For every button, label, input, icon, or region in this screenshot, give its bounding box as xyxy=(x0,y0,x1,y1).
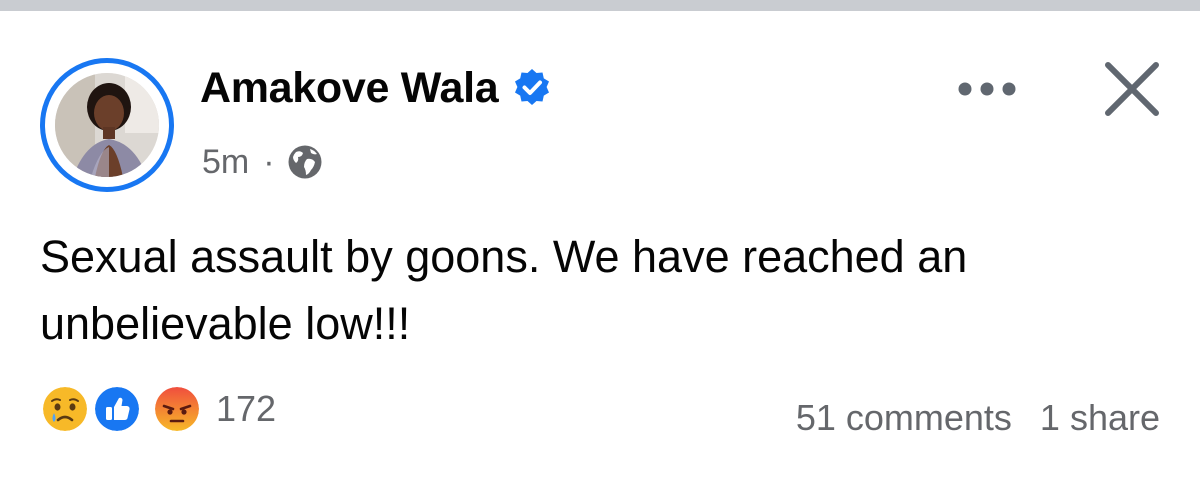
author-avatar[interactable] xyxy=(40,58,174,192)
meta-separator: · xyxy=(263,142,275,181)
post-card: Amakove Wala 5m · Sexual assault by goon… xyxy=(0,11,1200,497)
comments-count-link[interactable]: 51 comments xyxy=(796,397,1012,439)
reaction-icons xyxy=(40,382,206,436)
author-name[interactable]: Amakove Wala xyxy=(200,64,499,113)
reaction-count: 172 xyxy=(216,388,277,429)
avatar-photo xyxy=(55,73,159,177)
more-options-button[interactable] xyxy=(950,69,1024,109)
post-timestamp[interactable]: 5m xyxy=(202,143,249,182)
more-options-icon xyxy=(958,82,1016,96)
post-text: Sexual assault by goons. We have reached… xyxy=(40,231,968,349)
verified-badge-icon xyxy=(512,68,552,108)
sad-reaction-icon xyxy=(40,384,90,434)
engagement-stats: 51 comments 1 share xyxy=(796,391,1160,445)
post-meta: 5m · xyxy=(202,141,323,183)
reactions-summary[interactable]: 172 xyxy=(40,382,276,436)
close-button[interactable] xyxy=(1098,55,1166,123)
author-header: Amakove Wala xyxy=(200,63,552,113)
close-icon xyxy=(1105,62,1159,116)
globe-icon xyxy=(287,144,323,180)
angry-reaction-icon xyxy=(152,384,202,434)
top-divider xyxy=(0,0,1200,11)
like-reaction-icon xyxy=(92,384,142,434)
shares-count-link[interactable]: 1 share xyxy=(1040,397,1160,439)
